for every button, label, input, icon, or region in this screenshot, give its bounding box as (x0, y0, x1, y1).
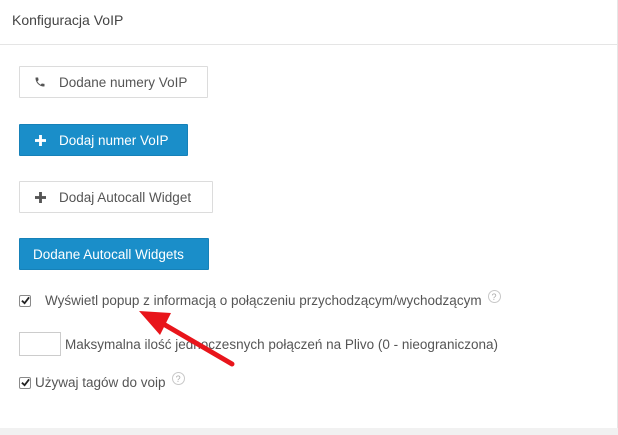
bottom-strip (0, 428, 618, 435)
popup-checkbox[interactable] (19, 294, 31, 307)
plus-icon (33, 134, 47, 146)
phone-icon (33, 76, 47, 88)
panel-header: Konfiguracja VoIP (0, 0, 617, 45)
added-voip-numbers-button[interactable]: Dodane numery VoIP (19, 66, 208, 98)
tags-option-label: Używaj tagów do voip (35, 375, 166, 390)
added-autocall-widgets-label: Dodane Autocall Widgets (33, 246, 184, 262)
help-icon[interactable]: ? (487, 290, 501, 303)
popup-option-label: Wyświetl popup z informacją o połączeniu… (45, 293, 482, 308)
max-calls-label: Maksymalna ilość jednoczesnych połączeń … (65, 336, 498, 352)
add-autocall-widget-button[interactable]: Dodaj Autocall Widget (19, 181, 213, 213)
plus-icon (33, 191, 47, 203)
voip-config-panel: Konfiguracja VoIP Dodane numery VoIP Dod… (0, 0, 618, 428)
added-autocall-widgets-button[interactable]: Dodane Autocall Widgets (19, 238, 209, 270)
add-voip-number-button[interactable]: Dodaj numer VoIP (19, 124, 188, 156)
tags-checkbox[interactable] (19, 376, 31, 389)
popup-option-row: Wyświetl popup z informacją o połączeniu… (19, 290, 501, 308)
added-voip-numbers-label: Dodane numery VoIP (59, 74, 188, 90)
max-calls-row: Maksymalna ilość jednoczesnych połączeń … (19, 332, 498, 356)
help-icon[interactable]: ? (171, 372, 185, 385)
max-calls-input[interactable] (19, 332, 61, 356)
add-voip-number-label: Dodaj numer VoIP (59, 132, 169, 148)
add-autocall-widget-label: Dodaj Autocall Widget (59, 189, 192, 205)
tags-option-row: Używaj tagów do voip ? (19, 372, 185, 390)
panel-title: Konfiguracja VoIP (12, 12, 124, 28)
